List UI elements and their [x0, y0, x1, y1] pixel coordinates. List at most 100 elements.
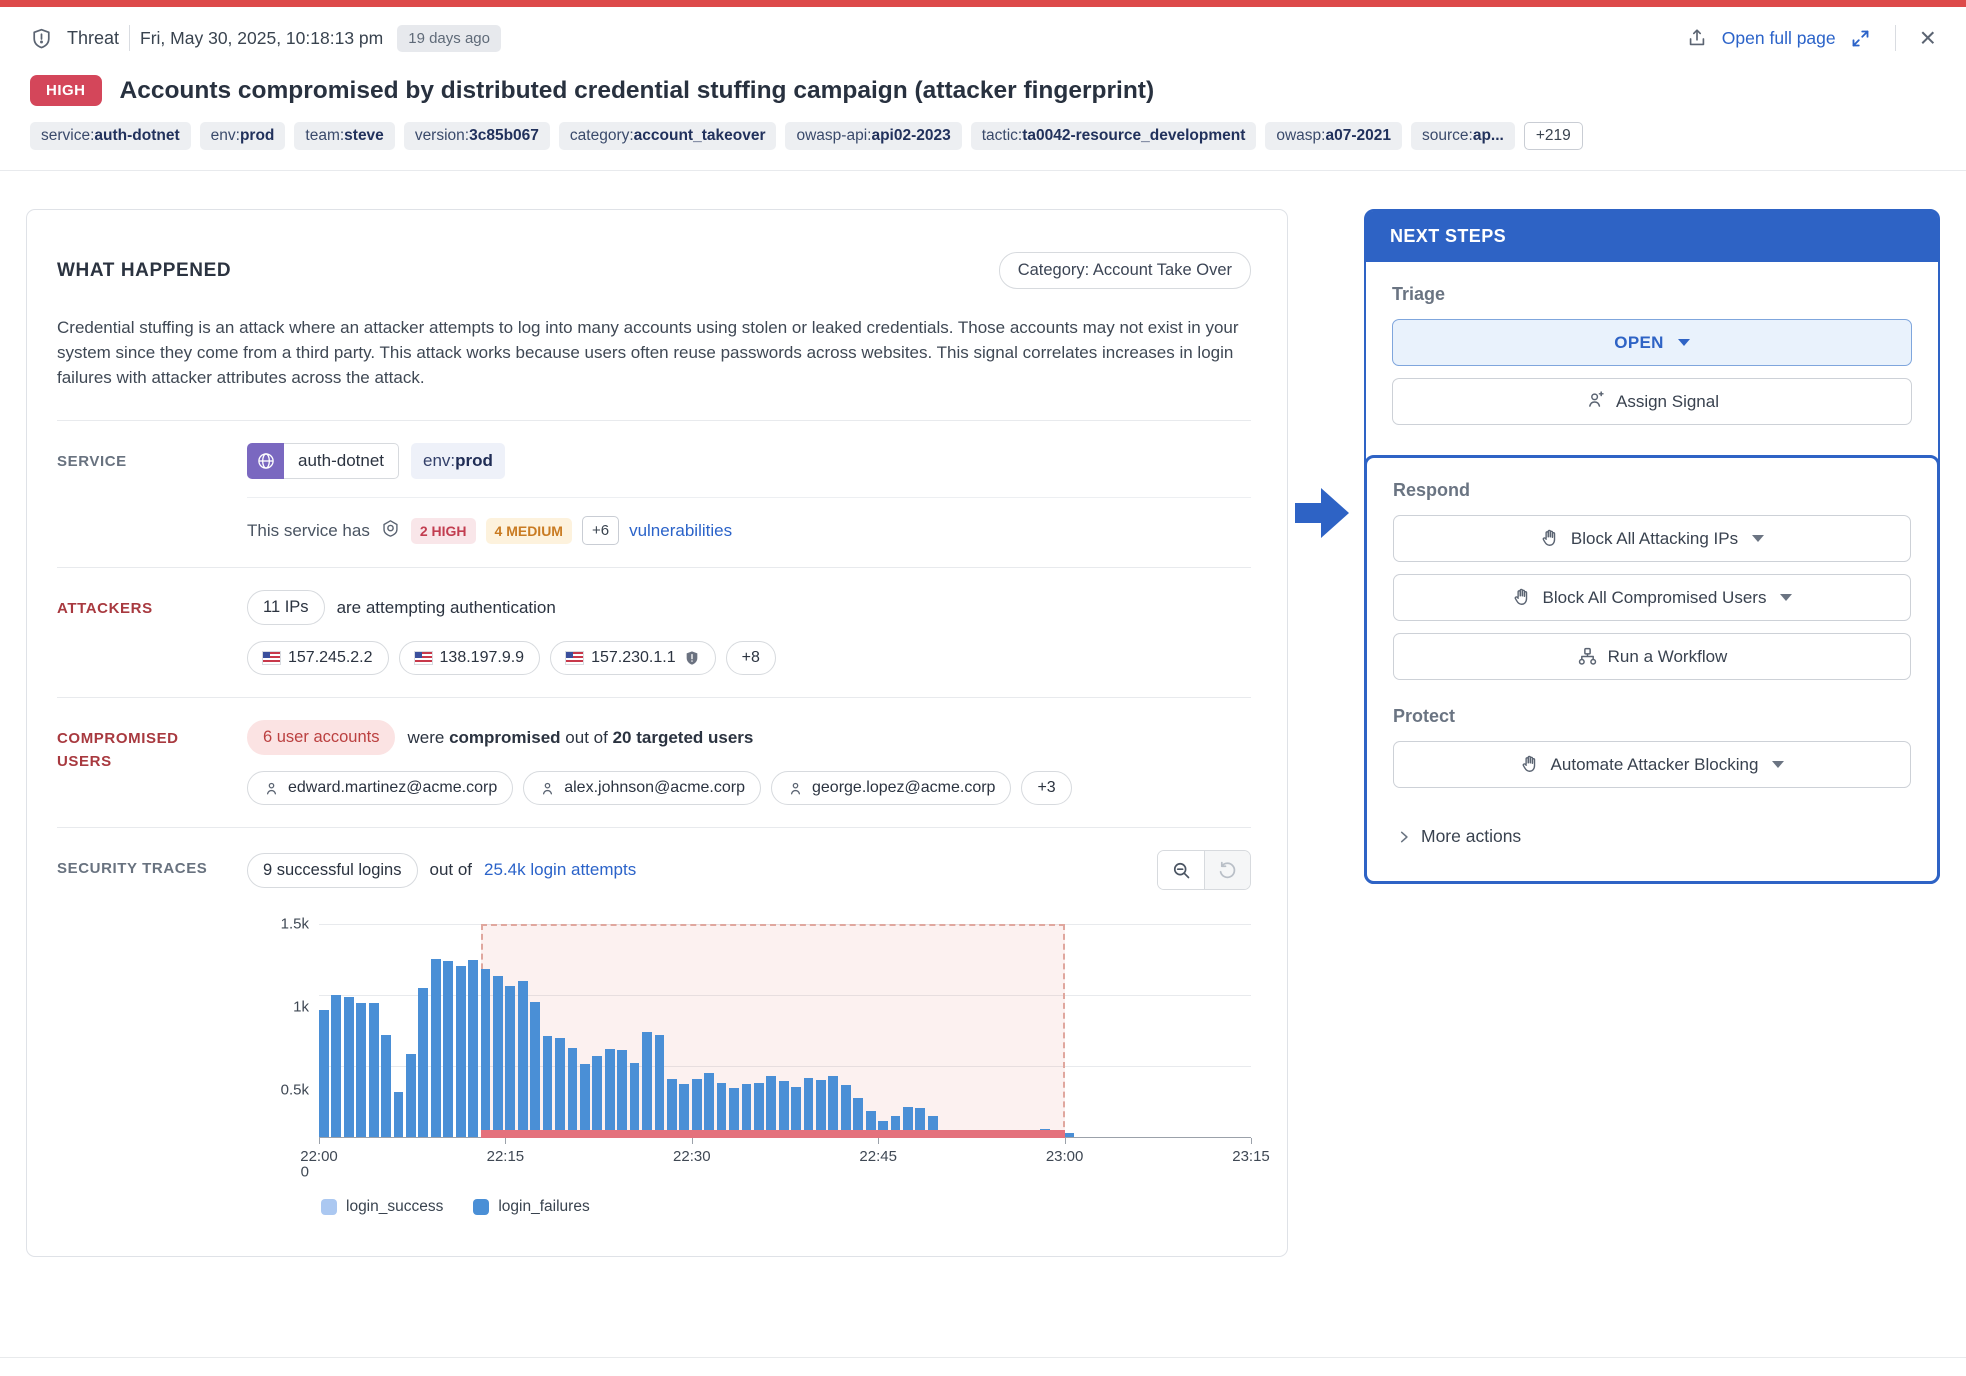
assign-signal-button[interactable]: Assign Signal	[1392, 378, 1912, 425]
bar-login_failures[interactable]	[804, 1078, 814, 1138]
bar-login_failures[interactable]	[418, 988, 428, 1137]
compromised-user-pill[interactable]: alex.johnson@acme.corp	[523, 771, 761, 805]
bar-login_failures[interactable]	[580, 1064, 590, 1138]
bar-login_failures[interactable]	[692, 1079, 702, 1138]
bar-login_failures[interactable]	[481, 969, 491, 1137]
bar-login_failures[interactable]	[431, 959, 441, 1137]
bar-login_failures[interactable]	[655, 1035, 665, 1137]
ips-overflow-pill[interactable]: +8	[726, 641, 776, 675]
user-count-pill[interactable]: 6 user accounts	[247, 720, 395, 755]
zoom-out-button[interactable]	[1158, 851, 1204, 889]
bar-login_failures[interactable]	[493, 976, 503, 1137]
close-button[interactable]: ×	[1920, 24, 1936, 52]
bar-login_failures[interactable]	[394, 1092, 404, 1137]
more-actions-button[interactable]: More actions	[1393, 818, 1525, 855]
reset-zoom-button[interactable]	[1204, 851, 1250, 889]
attackers-label: ATTACKERS	[57, 590, 209, 675]
bar-login_failures[interactable]	[717, 1083, 727, 1138]
bar-login_failures[interactable]	[530, 1002, 540, 1138]
signal-timestamp: Fri, May 30, 2025, 10:18:13 pm	[140, 28, 383, 49]
bar-login_failures[interactable]	[381, 1035, 391, 1137]
tag-owasp[interactable]: owasp:a07-2021	[1265, 122, 1402, 150]
medium-vuln-chip[interactable]: 4 MEDIUM	[486, 518, 572, 544]
security-traces-label: SECURITY TRACES	[57, 850, 209, 1216]
threat-intel-shield-icon	[684, 650, 700, 666]
ip-count-pill[interactable]: 11 IPs	[247, 590, 325, 625]
bar-login_failures[interactable]	[642, 1032, 652, 1138]
bar-login_failures[interactable]	[766, 1076, 776, 1137]
block-all-compromised-users-button[interactable]: Block All Compromised Users	[1393, 574, 1911, 621]
bar-login_failures[interactable]	[1065, 1133, 1075, 1137]
bar-login_failures[interactable]	[319, 1010, 329, 1138]
bar-login_failures[interactable]	[679, 1084, 689, 1138]
bar-login_failures[interactable]	[816, 1080, 826, 1138]
bar-login_failures[interactable]	[344, 997, 354, 1138]
tag-tactic[interactable]: tactic:ta0042-resource_development	[971, 122, 1257, 150]
bar-login_failures[interactable]	[605, 1049, 615, 1138]
attacker-ip-pill[interactable]: 157.245.2.2	[247, 641, 389, 675]
attacker-ip-pill[interactable]: 138.197.9.9	[399, 641, 541, 675]
bar-login_failures[interactable]	[443, 961, 453, 1137]
env-tag[interactable]: env:prod	[411, 443, 505, 479]
tag-team[interactable]: team:steve	[294, 122, 394, 150]
bar-login_failures[interactable]	[568, 1048, 578, 1137]
respond-label: Respond	[1393, 480, 1911, 501]
bar-login_failures[interactable]	[369, 1003, 379, 1137]
chevron-down-icon	[1678, 339, 1690, 346]
bar-login_failures[interactable]	[828, 1076, 838, 1138]
assign-user-icon	[1585, 389, 1606, 415]
bar-login_failures[interactable]	[356, 1003, 366, 1137]
y-tick-label: 0.5k	[281, 1081, 309, 1098]
tag-source[interactable]: source:ap...	[1411, 122, 1515, 150]
bar-login_failures[interactable]	[406, 1054, 416, 1138]
tags-overflow-pill[interactable]: +219	[1524, 122, 1583, 150]
bar-login_failures[interactable]	[543, 1036, 553, 1138]
high-vuln-chip[interactable]: 2 HIGH	[411, 518, 476, 544]
legend-item-login_failures[interactable]: login_failures	[473, 1198, 589, 1216]
users-overflow-pill[interactable]: +3	[1021, 771, 1071, 805]
block-all-attacking-ips-button[interactable]: Block All Attacking IPs	[1393, 515, 1911, 562]
automate-attacker-blocking-button[interactable]: Automate Attacker Blocking	[1393, 741, 1911, 788]
bar-login_failures[interactable]	[704, 1073, 714, 1138]
triage-status-button[interactable]: OPEN	[1392, 319, 1912, 366]
bar-login_failures[interactable]	[667, 1079, 677, 1137]
chart-toolbar	[1157, 850, 1251, 890]
tag-version[interactable]: version:3c85b067	[404, 122, 550, 150]
y-tick-label: 1k	[293, 999, 309, 1016]
tag-category[interactable]: category:account_takeover	[559, 122, 777, 150]
bar-login_failures[interactable]	[456, 966, 466, 1137]
share-button[interactable]	[1686, 27, 1708, 49]
bar-login_failures[interactable]	[555, 1038, 565, 1137]
bar-login_failures[interactable]	[630, 1063, 640, 1138]
bar-login_failures[interactable]	[754, 1083, 764, 1138]
bar-login_failures[interactable]	[505, 986, 515, 1138]
attacker-ip-pill[interactable]: 157.230.1.1	[550, 641, 716, 675]
login-attempts-link[interactable]: 25.4k login attempts	[484, 860, 636, 880]
x-tick	[1251, 1138, 1252, 1144]
compromised-user-pill[interactable]: edward.martinez@acme.corp	[247, 771, 513, 805]
bar-login_failures[interactable]	[592, 1056, 602, 1138]
tag-service[interactable]: service:auth-dotnet	[30, 122, 191, 150]
successful-logins-pill[interactable]: 9 successful logins	[247, 853, 418, 888]
tag-owasp-api[interactable]: owasp-api:api02-2023	[785, 122, 961, 150]
compromised-user-pill[interactable]: george.lopez@acme.corp	[771, 771, 1011, 805]
service-section: SERVICE auth-dotnet env:prod T	[57, 420, 1251, 567]
more-vulns-chip[interactable]: +6	[582, 516, 619, 545]
legend-item-login_success[interactable]: login_success	[321, 1198, 443, 1216]
bar-login_failures[interactable]	[468, 960, 478, 1138]
age-badge: 19 days ago	[397, 25, 501, 52]
tag-env[interactable]: env:prod	[200, 122, 286, 150]
open-full-page-link[interactable]: Open full page	[1722, 28, 1836, 49]
service-pill[interactable]: auth-dotnet	[247, 443, 399, 479]
bar-login_failures[interactable]	[779, 1081, 789, 1138]
bar-login_failures[interactable]	[617, 1050, 627, 1137]
expand-icon[interactable]	[1850, 28, 1871, 49]
next-steps-title: NEXT STEPS	[1366, 211, 1938, 262]
run-a-workflow-button[interactable]: Run a Workflow	[1393, 633, 1911, 680]
bar-login_failures[interactable]	[331, 995, 341, 1138]
user-icon	[787, 780, 804, 797]
vulnerabilities-link[interactable]: vulnerabilities	[629, 521, 732, 541]
bar-login_failures[interactable]	[518, 981, 528, 1137]
bar-login_failures[interactable]	[742, 1084, 752, 1137]
blocking-hand-icon	[1512, 587, 1533, 608]
